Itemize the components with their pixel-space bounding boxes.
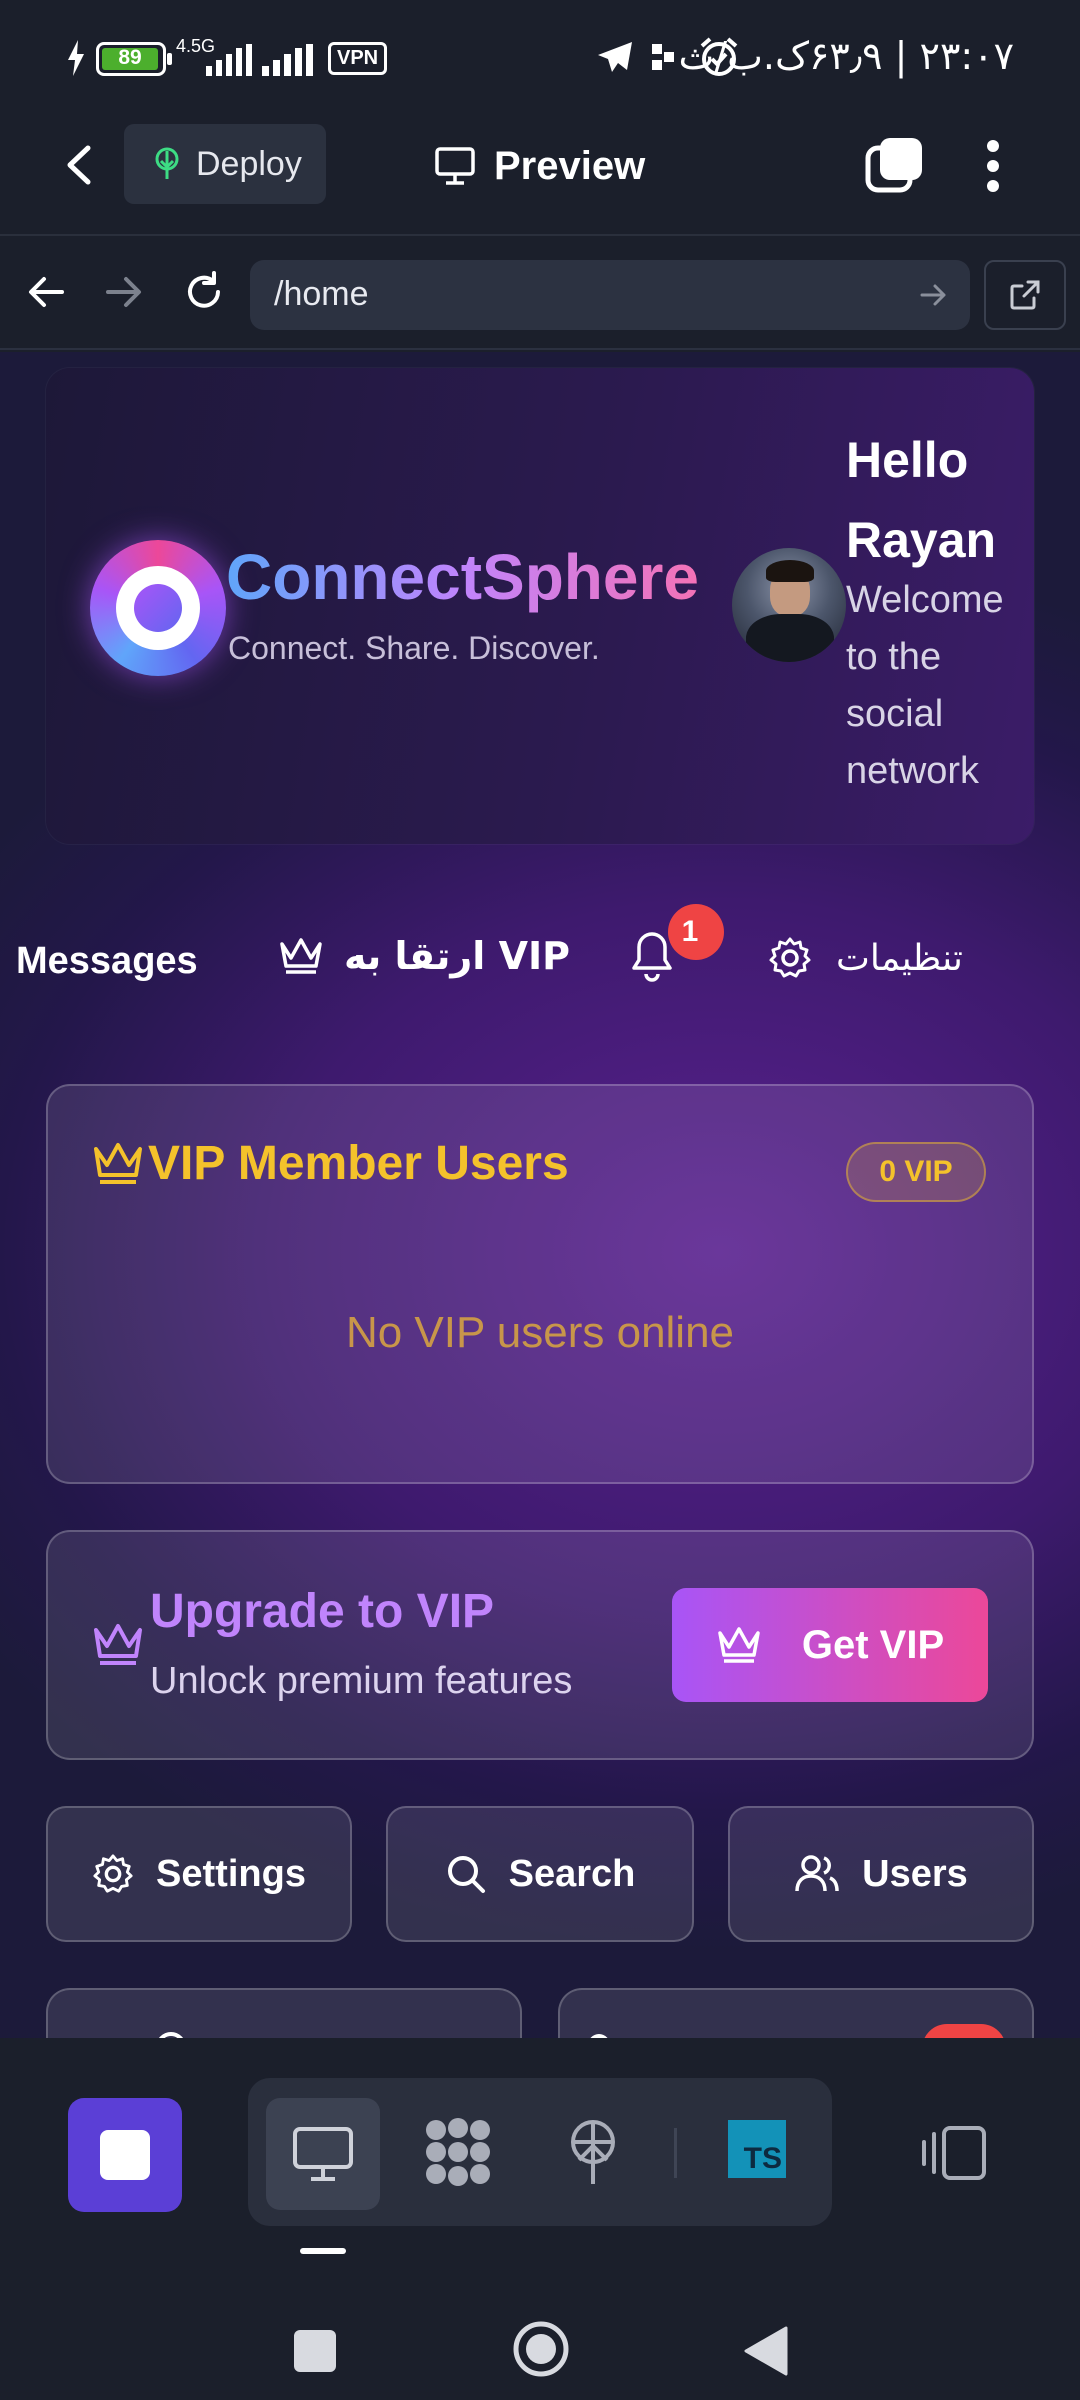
tools-icon[interactable]: [422, 2116, 494, 2188]
toolbar-divider: [674, 2128, 677, 2178]
open-external-button[interactable]: [984, 260, 1066, 330]
notification-count-badge: 1: [668, 904, 724, 960]
external-link-icon: [1008, 278, 1042, 312]
welcome-text: Welcome to the social network: [846, 579, 1004, 792]
preview-tab[interactable]: Preview: [434, 138, 645, 194]
nav-back-button[interactable]: [744, 2326, 788, 2376]
bottom-toolbar: TS: [0, 2038, 1080, 2400]
app-notification-icon: [652, 42, 676, 72]
avatar[interactable]: [732, 548, 846, 662]
panel-toggle-icon[interactable]: [920, 2124, 988, 2182]
partial-card-left[interactable]: [46, 1988, 522, 2038]
crown-icon: [278, 936, 324, 976]
vip-empty-state: No VIP users online: [345, 1308, 735, 1357]
stop-icon: [100, 2130, 150, 2180]
app-bar: Deploy Preview: [0, 118, 1080, 236]
nav-home-button[interactable]: [512, 2320, 570, 2378]
status-bar: 89 4.5G VPN ۲۳:۰۷ | ۶۳٫۹ک.ب/ث: [0, 0, 1080, 118]
greeting-text: Hello Rayan: [846, 432, 997, 568]
brand-name: ConnectSphere: [226, 541, 699, 613]
partial-card-right[interactable]: [558, 1988, 1034, 2038]
gear-icon: [92, 1853, 134, 1895]
crown-icon: [92, 1622, 144, 1668]
nav-settings[interactable]: تنظیمات: [768, 936, 963, 980]
browser-forward-icon[interactable]: [104, 272, 144, 312]
vip-title: VIP Member Users: [92, 1136, 569, 1191]
quick-search-button[interactable]: Search: [386, 1806, 694, 1942]
reload-icon[interactable]: [182, 270, 226, 314]
brand-logo[interactable]: [90, 540, 226, 676]
battery-icon: 89: [96, 42, 172, 76]
tabs-icon[interactable]: [864, 136, 924, 196]
crown-icon: [92, 1141, 144, 1187]
back-icon[interactable]: [62, 142, 96, 188]
typescript-icon[interactable]: TS: [728, 2120, 786, 2178]
deploy-antenna-icon[interactable]: [562, 2118, 624, 2186]
quick-users-button[interactable]: Users: [728, 1806, 1034, 1942]
toolbar-group: TS: [248, 2078, 832, 2226]
browser-url-bar: /home: [0, 238, 1080, 350]
signal-icon-2: [262, 44, 318, 76]
more-options-icon[interactable]: [984, 138, 1002, 194]
home-indicator: [300, 2248, 346, 2254]
deploy-icon: [152, 147, 182, 181]
upgrade-vip-card: Upgrade to VIP Unlock premium features G…: [46, 1530, 1034, 1760]
nav-upgrade-vip[interactable]: ارتقا به VIP: [278, 934, 570, 978]
monitor-icon: [291, 2125, 355, 2183]
crown-icon: [716, 1625, 762, 1665]
vpn-badge: VPN: [328, 42, 388, 75]
status-time: ۲۳:۰۷ | ۶۳٫۹ک.ب/ث: [678, 34, 1014, 78]
get-vip-button[interactable]: Get VIP: [672, 1588, 988, 1702]
signal-icon: [176, 44, 252, 76]
search-icon: [445, 1853, 487, 1895]
charging-icon: [66, 40, 86, 76]
browser-back-icon[interactable]: [26, 272, 66, 312]
upgrade-title: Upgrade to VIP: [150, 1585, 495, 1638]
nav-recents-button[interactable]: [294, 2330, 336, 2372]
telegram-icon: [596, 40, 634, 74]
upgrade-subtitle: Unlock premium features: [150, 1660, 573, 1702]
deploy-button[interactable]: Deploy: [124, 124, 326, 204]
go-arrow-icon[interactable]: [920, 282, 948, 308]
preview-mode-button[interactable]: [266, 2098, 380, 2210]
vip-count-badge: 0 VIP: [846, 1142, 986, 1202]
nav-messages[interactable]: Messages: [16, 940, 198, 983]
url-field[interactable]: /home: [250, 260, 970, 330]
vip-members-card: VIP Member Users 0 VIP No VIP users onli…: [46, 1084, 1034, 1484]
monitor-icon: [434, 146, 476, 186]
stop-button[interactable]: [68, 2098, 182, 2212]
quick-settings-button[interactable]: Settings: [46, 1806, 352, 1942]
gear-icon: [768, 936, 812, 980]
web-content: ConnectSphere Connect. Share. Discover. …: [0, 352, 1080, 2038]
users-icon: [794, 1853, 840, 1895]
hero-header: ConnectSphere Connect. Share. Discover. …: [46, 368, 1034, 844]
brand-tagline: Connect. Share. Discover.: [228, 630, 600, 666]
